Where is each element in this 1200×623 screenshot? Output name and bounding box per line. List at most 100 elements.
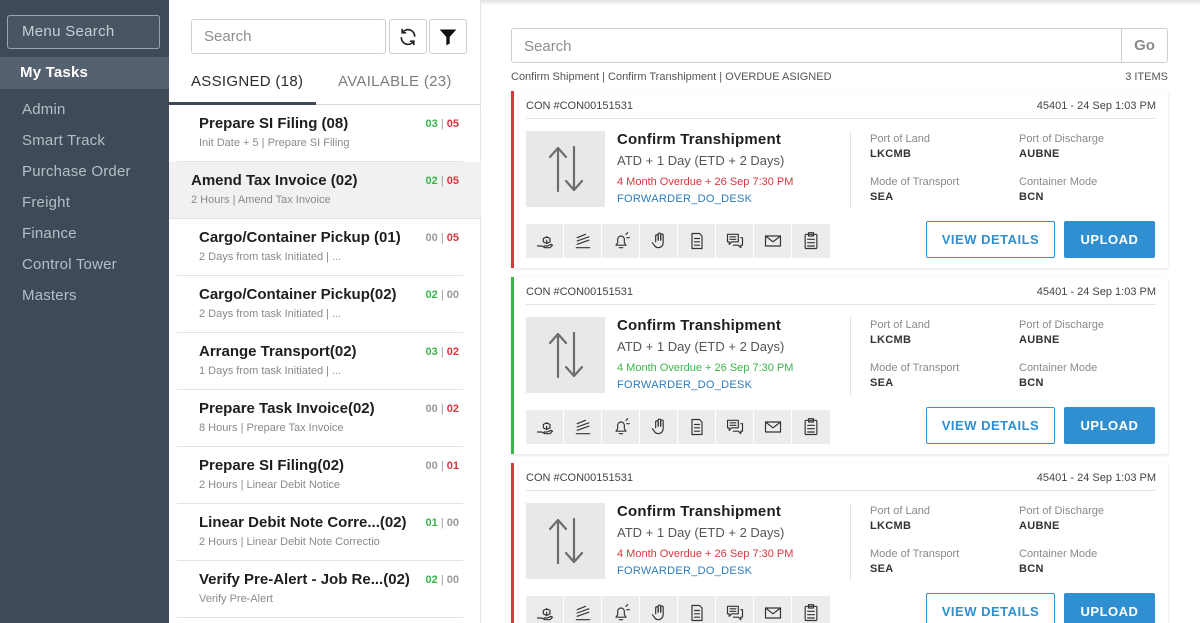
task-count-separator: |: [440, 346, 444, 358]
sidebar-item-masters[interactable]: Masters: [0, 280, 169, 311]
bell-alert-button[interactable]: [602, 596, 640, 623]
mail-button[interactable]: [754, 410, 792, 444]
card-divider: [526, 490, 1156, 491]
sidebar-item-my-tasks[interactable]: My Tasks: [0, 57, 169, 89]
task-title: Verify Pre-Alert - Job Re...(02): [199, 571, 410, 588]
card-overdue-status: 4 Month Overdue + 26 Sep 7:30 PM: [617, 548, 794, 560]
bell-alert-button[interactable]: [602, 410, 640, 444]
task-count: 02 | 00: [426, 289, 459, 301]
task-list: Prepare SI Filing (08) Init Date + 5 | Pr…: [169, 105, 481, 618]
card-desk[interactable]: FORWARDER_DO_DESK: [617, 565, 752, 577]
document-button[interactable]: [678, 410, 716, 444]
task-count-a: 02: [425, 289, 438, 301]
main-content: Search Go Confirm Shipment | Confirm Tra…: [481, 0, 1200, 623]
document-stack-button[interactable]: [564, 596, 602, 623]
document-stack-button[interactable]: [564, 410, 602, 444]
task-list-item[interactable]: Arrange Transport(02) 1 Days from task In…: [177, 333, 463, 390]
container-mode-label: Container Mode: [1019, 548, 1098, 560]
sidebar-item-smart-track[interactable]: Smart Track: [0, 125, 169, 156]
task-subtitle: Init Date + 5 | Prepare SI Filing: [199, 137, 350, 149]
mail-button[interactable]: [754, 596, 792, 623]
task-title: Prepare SI Filing(02): [199, 457, 345, 474]
document-button[interactable]: [678, 596, 716, 623]
chat-bubbles-button[interactable]: [716, 410, 754, 444]
task-list-item[interactable]: Verify Pre-Alert - Job Re...(02) Verify P…: [177, 561, 463, 618]
card-title: Confirm Transhipment: [617, 317, 782, 334]
mail-icon: [764, 421, 781, 433]
hand-package-button[interactable]: [526, 224, 564, 258]
upload-button[interactable]: UPLOAD: [1064, 593, 1155, 623]
task-count-separator: |: [440, 403, 444, 415]
card-action-icons: [526, 224, 830, 258]
task-list-item[interactable]: Prepare SI Filing(02) 2 Hours | Linear De…: [177, 447, 463, 504]
card-desk[interactable]: FORWARDER_DO_DESK: [617, 193, 752, 205]
task-count: 00 | 02: [426, 403, 459, 415]
upload-button[interactable]: UPLOAD: [1064, 407, 1155, 444]
sidebar-nav: My Tasks Admin Smart Track Purchase Orde…: [0, 57, 169, 311]
clipboard-button[interactable]: [792, 596, 830, 623]
task-list-item[interactable]: Cargo/Container Pickup (01) 2 Days from t…: [177, 219, 463, 276]
sidebar-item-freight[interactable]: Freight: [0, 187, 169, 218]
task-list-item[interactable]: Prepare SI Filing (08) Init Date + 5 | Pr…: [177, 105, 463, 162]
clipboard-icon: [804, 604, 818, 622]
card-desk[interactable]: FORWARDER_DO_DESK: [617, 379, 752, 391]
chat-bubbles-button[interactable]: [716, 224, 754, 258]
filter-button[interactable]: [429, 19, 467, 54]
task-list-item[interactable]: Linear Debit Note Corre...(02) 2 Hours | …: [177, 504, 463, 561]
upload-button[interactable]: UPLOAD: [1064, 221, 1155, 258]
task-subtitle: 2 Hours | Amend Tax Invoice: [191, 194, 331, 206]
transhipment-icon: [548, 331, 583, 379]
mail-icon: [764, 607, 781, 619]
card-thumbnail: [526, 503, 605, 579]
chat-bubbles-button[interactable]: [716, 596, 754, 623]
task-search-input[interactable]: Search: [191, 19, 386, 54]
mail-icon: [764, 235, 781, 247]
tab-available[interactable]: AVAILABLE (23): [338, 73, 452, 90]
task-count-separator: |: [440, 574, 444, 586]
mode-of-transport-value: SEA: [870, 191, 894, 203]
sidebar-item-finance[interactable]: Finance: [0, 218, 169, 249]
task-list-item[interactable]: Cargo/Container Pickup(02) 2 Days from ta…: [177, 276, 463, 333]
hand-stop-button[interactable]: [640, 224, 678, 258]
mail-button[interactable]: [754, 224, 792, 258]
clipboard-button[interactable]: [792, 224, 830, 258]
task-count-a: 03: [425, 346, 438, 358]
hand-package-button[interactable]: [526, 410, 564, 444]
document-button[interactable]: [678, 224, 716, 258]
task-list-item[interactable]: Prepare Task Invoice(02) 8 Hours | Prepar…: [177, 390, 463, 447]
view-details-button[interactable]: VIEW DETAILS: [926, 593, 1055, 623]
hand-stop-button[interactable]: [640, 410, 678, 444]
sidebar-item-admin[interactable]: Admin: [0, 94, 169, 125]
go-button[interactable]: Go: [1121, 29, 1167, 62]
container-mode-value: BCN: [1019, 191, 1044, 203]
mode-of-transport-value: SEA: [870, 563, 894, 575]
hand-package-button[interactable]: [526, 596, 564, 623]
document-stack-button[interactable]: [564, 224, 602, 258]
main-search-input[interactable]: Search: [524, 38, 572, 55]
hand-stop-button[interactable]: [640, 596, 678, 623]
task-count: 02 | 00: [426, 574, 459, 586]
refresh-button[interactable]: [389, 19, 427, 54]
sidebar-item-control-tower[interactable]: Control Tower: [0, 249, 169, 280]
sidebar-item-purchase-order[interactable]: Purchase Order: [0, 156, 169, 187]
task-list-item[interactable]: Amend Tax Invoice (02) 2 Hours | Amend Ta…: [169, 162, 481, 219]
transhipment-icon: [548, 145, 583, 193]
card-vertical-divider: [850, 131, 851, 209]
view-details-button[interactable]: VIEW DETAILS: [926, 407, 1055, 444]
menu-search-input[interactable]: Menu Search: [7, 15, 160, 49]
task-count-a: 02: [425, 574, 438, 586]
clipboard-button[interactable]: [792, 410, 830, 444]
mode-of-transport-value: SEA: [870, 377, 894, 389]
view-details-button[interactable]: VIEW DETAILS: [926, 221, 1055, 258]
bell-alert-button[interactable]: [602, 224, 640, 258]
mode-of-transport-label: Mode of Transport: [870, 548, 960, 560]
hand-package-icon: [536, 422, 553, 435]
card-divider: [526, 304, 1156, 305]
chat-bubbles-icon: [726, 419, 743, 435]
task-title: Arrange Transport(02): [199, 343, 357, 360]
container-mode-value: BCN: [1019, 377, 1044, 389]
main-search-box: Search Go: [511, 28, 1168, 63]
tab-assigned[interactable]: ASSIGNED (18): [191, 73, 303, 90]
card-action-icons: [526, 596, 830, 623]
port-of-discharge-value: AUBNE: [1019, 520, 1060, 532]
